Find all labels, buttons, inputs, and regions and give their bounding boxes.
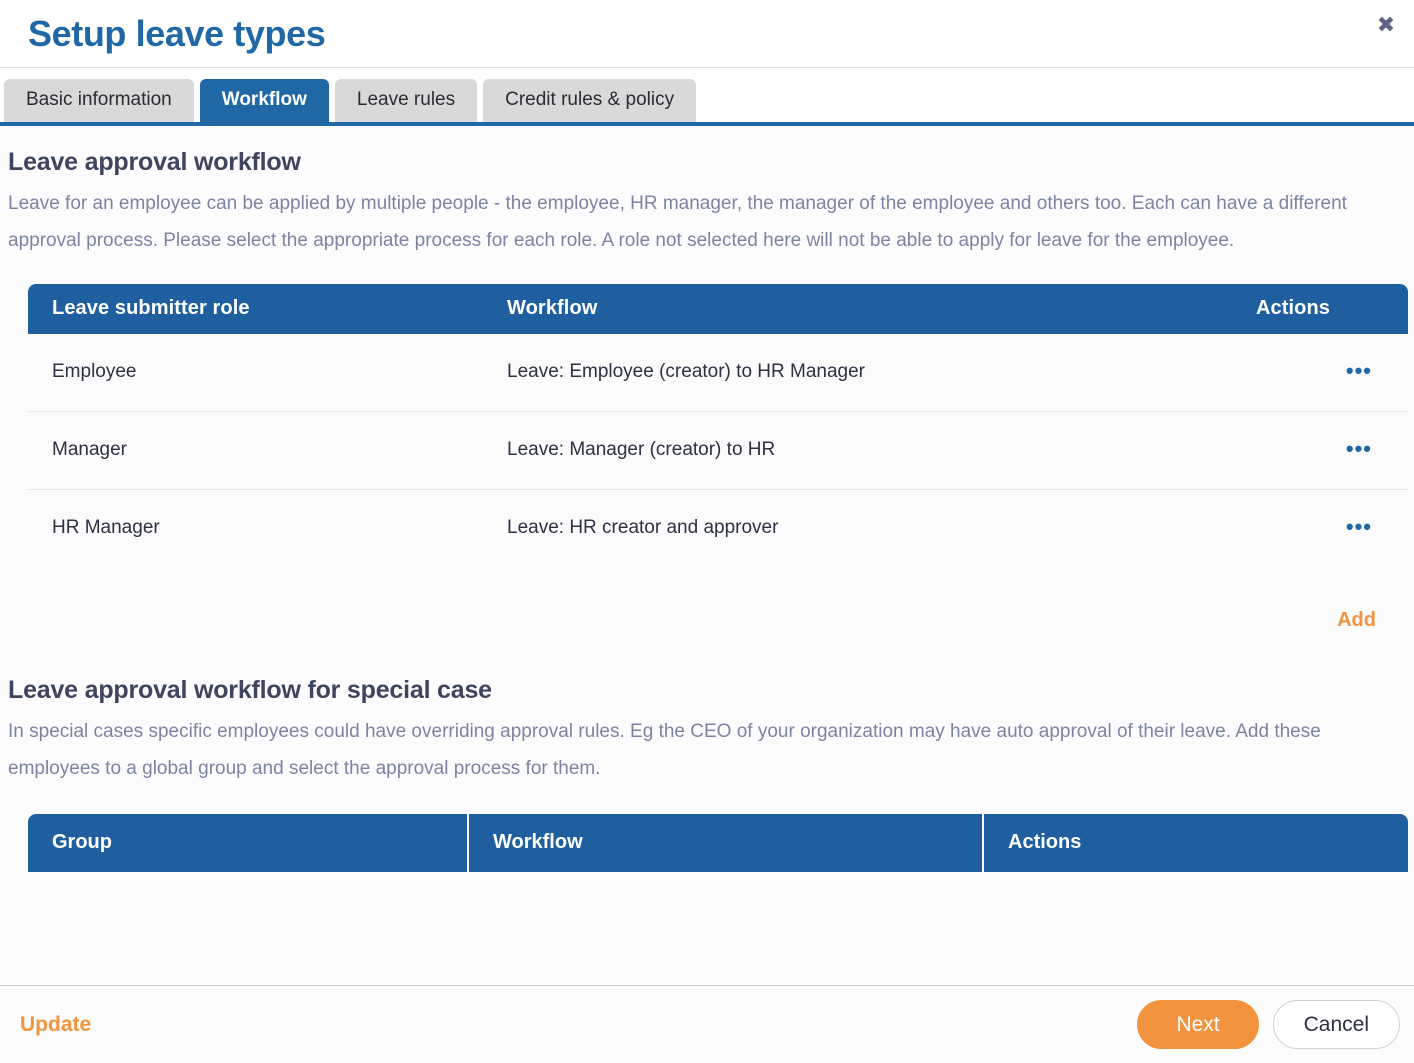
modal-footer: Update Next Cancel (0, 985, 1414, 1063)
cell-workflow: Leave: Employee (creator) to HR Manager (483, 334, 1193, 412)
column-header-leave-submitter-role: Leave submitter role (28, 284, 483, 334)
tab-basic-information[interactable]: Basic information (4, 79, 194, 122)
cell-actions: ••• (1193, 489, 1408, 567)
table-row: Employee Leave: Employee (creator) to HR… (28, 334, 1408, 412)
table-header-row: Group Workflow Actions (28, 814, 1408, 872)
row-actions-menu-icon[interactable]: ••• (1346, 360, 1372, 382)
table-row: HR Manager Leave: HR creator and approve… (28, 489, 1408, 567)
cell-actions: ••• (1193, 334, 1408, 412)
footer-actions: Next Cancel (1137, 1000, 1400, 1049)
cell-role: HR Manager (28, 489, 483, 567)
modal-body: Leave approval workflow Leave for an emp… (0, 126, 1414, 985)
section-title-leave-approval-workflow: Leave approval workflow (8, 148, 1406, 177)
cell-role: Employee (28, 334, 483, 412)
special-case-workflow-table: Group Workflow Actions (28, 814, 1408, 872)
section-title-special-case: Leave approval workflow for special case (8, 676, 1406, 705)
section-description-leave-approval-workflow: Leave for an employee can be applied by … (8, 185, 1406, 260)
section-description-special-case: In special cases specific employees coul… (8, 713, 1406, 788)
tab-leave-rules[interactable]: Leave rules (335, 79, 477, 122)
cell-workflow: Leave: Manager (creator) to HR (483, 411, 1193, 489)
tab-credit-rules-policy[interactable]: Credit rules & policy (483, 79, 696, 122)
close-icon[interactable]: ✖ (1372, 12, 1400, 40)
next-button[interactable]: Next (1137, 1000, 1258, 1049)
column-header-actions: Actions (1193, 284, 1408, 334)
tab-list: Basic information Workflow Leave rules C… (0, 78, 1414, 122)
table-body: Employee Leave: Employee (creator) to HR… (28, 334, 1408, 567)
row-actions-menu-icon[interactable]: ••• (1346, 438, 1372, 460)
cell-actions: ••• (1193, 411, 1408, 489)
add-workflow-link[interactable]: Add (1337, 609, 1376, 631)
table-header-row: Leave submitter role Workflow Actions (28, 284, 1408, 334)
row-actions-menu-icon[interactable]: ••• (1346, 516, 1372, 538)
table-row: Manager Leave: Manager (creator) to HR •… (28, 411, 1408, 489)
tab-workflow[interactable]: Workflow (200, 79, 329, 122)
column-header-actions: Actions (983, 814, 1408, 872)
column-header-workflow: Workflow (483, 284, 1193, 334)
cell-role: Manager (28, 411, 483, 489)
column-header-group: Group (28, 814, 468, 872)
leave-approval-workflow-section: Leave approval workflow Leave for an emp… (8, 148, 1406, 632)
add-row: Add (8, 609, 1406, 632)
special-case-workflow-section: Leave approval workflow for special case… (8, 676, 1406, 872)
table-header: Leave submitter role Workflow Actions (28, 284, 1408, 334)
table-header: Group Workflow Actions (28, 814, 1408, 872)
leave-approval-workflow-table: Leave submitter role Workflow Actions Em… (28, 284, 1408, 567)
leave-approval-workflow-table-card: Leave submitter role Workflow Actions Em… (8, 284, 1406, 591)
column-header-workflow: Workflow (468, 814, 983, 872)
modal-header: Setup leave types ✖ (0, 0, 1414, 68)
page-title: Setup leave types (28, 16, 325, 52)
cancel-button[interactable]: Cancel (1273, 1000, 1400, 1049)
setup-leave-types-modal: Setup leave types ✖ Basic information Wo… (0, 0, 1414, 1063)
tab-bar: Basic information Workflow Leave rules C… (0, 68, 1414, 126)
update-link[interactable]: Update (20, 1013, 91, 1037)
cell-workflow: Leave: HR creator and approver (483, 489, 1193, 567)
